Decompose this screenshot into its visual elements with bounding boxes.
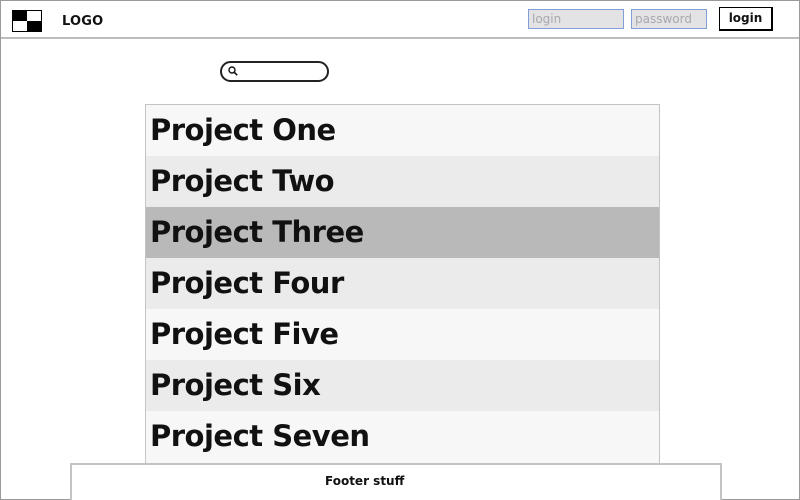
project-item[interactable]: Project Four [146,258,659,309]
project-item[interactable]: Project Five [146,309,659,360]
project-item[interactable]: Project One [146,105,659,156]
header-bar: LOGO login [1,1,799,39]
project-item[interactable]: Project Seven [146,411,659,462]
project-item[interactable]: Project Three [146,207,659,258]
project-item[interactable]: Project Two [146,156,659,207]
footer-text: Footer stuff [325,474,405,488]
login-input[interactable] [528,9,624,29]
logo-square-bottom-right [27,21,41,31]
project-item[interactable]: Project Six [146,360,659,411]
logo-square-top-left [13,11,27,21]
logo-text[interactable]: LOGO [62,14,103,29]
project-list: Project One Project Two Project Three Proje… [145,104,660,464]
search-icon [228,66,238,76]
login-button[interactable]: login [719,7,773,31]
search-box[interactable] [220,61,329,82]
logo-icon[interactable] [12,10,42,32]
search-input[interactable] [242,64,322,79]
password-input[interactable] [631,9,707,29]
footer: Footer stuff [70,463,722,500]
